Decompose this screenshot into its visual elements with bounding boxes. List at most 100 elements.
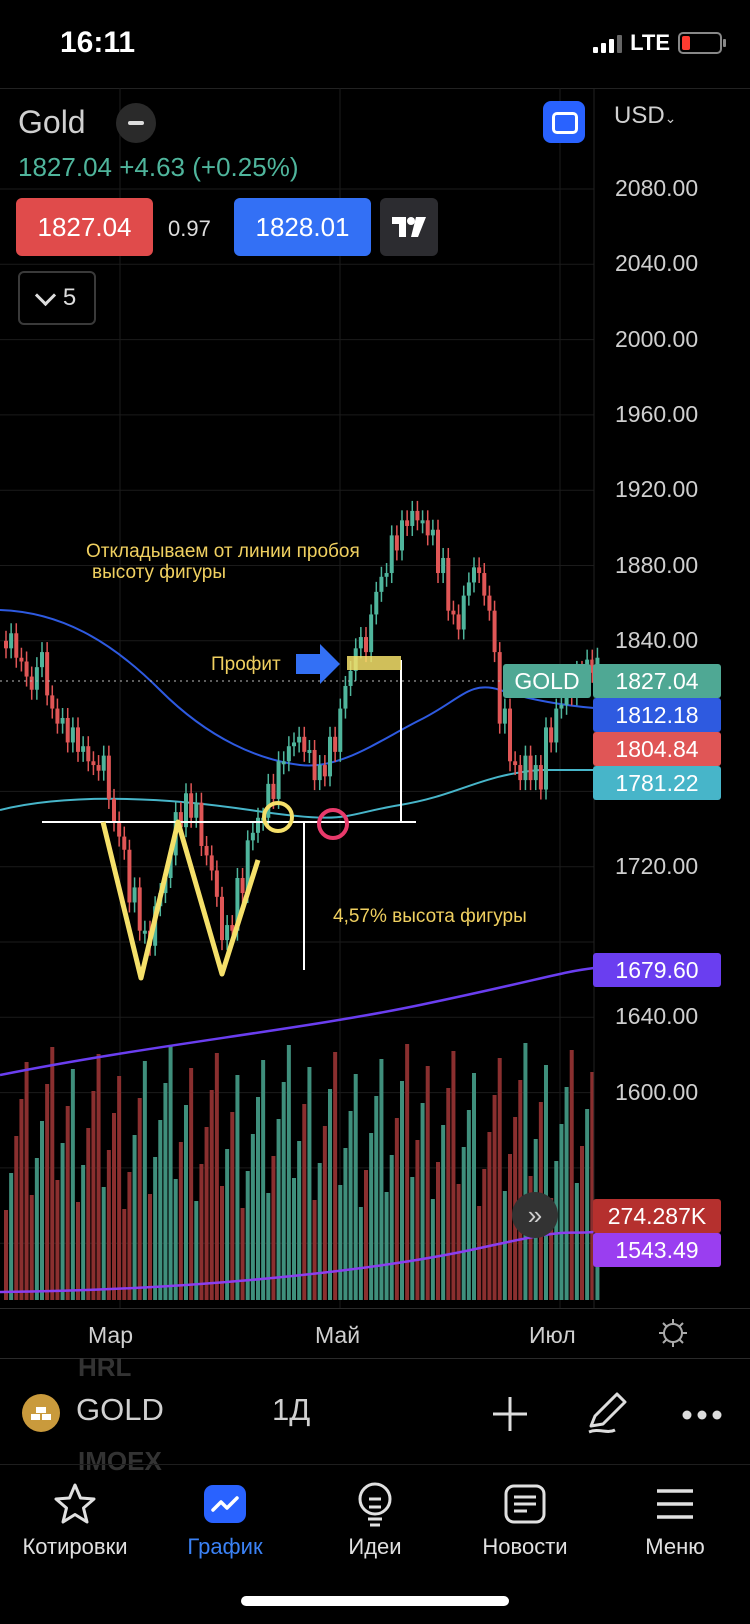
- volume-bar: [482, 1169, 487, 1300]
- volume-bar: [436, 1162, 440, 1300]
- tradingview-icon: [392, 217, 426, 237]
- candle: [91, 761, 96, 766]
- interval-selector[interactable]: 1Д: [272, 1392, 310, 1428]
- candle: [81, 746, 86, 752]
- volume-bar: [343, 1148, 348, 1300]
- candle: [60, 717, 65, 724]
- candle: [189, 793, 194, 818]
- ma-teal-line: [0, 769, 594, 819]
- volume-bar: [389, 1155, 394, 1300]
- tab-chart[interactable]: График: [150, 1480, 300, 1560]
- more-icon[interactable]: [682, 1408, 722, 1420]
- candle: [76, 727, 80, 752]
- volume-bar: [497, 1058, 502, 1300]
- symbol-tag: GOLD: [503, 664, 591, 698]
- symbol-title[interactable]: Gold: [18, 104, 86, 141]
- volume-bar: [410, 1177, 415, 1300]
- settings-gear-icon[interactable]: [658, 1318, 688, 1348]
- volume-bar: [70, 1069, 75, 1300]
- volume-bar: [209, 1090, 214, 1300]
- volume-bar: [420, 1103, 425, 1300]
- menu-icon: [647, 1480, 703, 1528]
- status-indicators: LTE: [593, 30, 726, 56]
- volume-bar: [96, 1054, 101, 1300]
- volume-bar: [286, 1045, 291, 1300]
- volume-bar: [415, 1140, 420, 1300]
- volume-bar: [127, 1172, 132, 1300]
- candle: [194, 802, 199, 818]
- draw-pencil-icon[interactable]: [585, 1390, 629, 1434]
- tab-ideas[interactable]: Идеи: [300, 1480, 450, 1560]
- add-icon[interactable]: [490, 1394, 530, 1434]
- candle: [55, 708, 60, 724]
- currency-selector[interactable]: USD⌄: [614, 102, 676, 130]
- candle: [513, 761, 518, 766]
- candle: [220, 896, 224, 941]
- toolbar-symbol[interactable]: GOLD: [76, 1392, 164, 1428]
- scroll-to-latest-button[interactable]: »: [512, 1192, 558, 1238]
- candle: [415, 510, 420, 521]
- volume-bar: [76, 1202, 80, 1300]
- candle: [410, 510, 415, 526]
- ghost-symbol-bottom: IMOEX: [78, 1446, 162, 1476]
- remove-button[interactable]: [116, 103, 156, 143]
- currency-label: USD: [614, 102, 665, 129]
- star-icon: [47, 1480, 103, 1528]
- status-time: 16:11: [60, 26, 136, 59]
- tab-menu[interactable]: Меню: [600, 1480, 750, 1560]
- candle: [127, 849, 132, 903]
- tab-quotes[interactable]: Котировки: [0, 1480, 150, 1560]
- candle: [477, 567, 482, 574]
- volume-bar: [317, 1163, 322, 1300]
- volume-bar: [333, 1052, 338, 1300]
- price-change-line: 1827.04 +4.63 (+0.25%): [18, 152, 298, 183]
- candle: [209, 855, 214, 871]
- fullscreen-button[interactable]: [543, 101, 585, 143]
- volume-bar: [163, 1083, 168, 1300]
- tab-news[interactable]: Новости: [450, 1480, 600, 1560]
- volume-bar: [81, 1165, 86, 1300]
- candle: [472, 567, 476, 583]
- candle: [45, 652, 50, 696]
- candle: [302, 736, 307, 752]
- candle: [518, 765, 523, 781]
- candle: [369, 614, 374, 653]
- candle: [34, 667, 39, 690]
- candle: [225, 925, 230, 941]
- volume-bar: [425, 1066, 430, 1300]
- volume-bar: [50, 1047, 55, 1300]
- ma-teal-badge: 1781.22: [593, 766, 721, 800]
- candle: [322, 765, 327, 777]
- lightbulb-icon: [347, 1480, 403, 1528]
- volume-bar: [466, 1110, 471, 1300]
- price-axis-label: 1880.00: [615, 551, 699, 578]
- candle: [50, 695, 55, 709]
- candle: [456, 614, 461, 630]
- candle: [482, 573, 487, 596]
- tradingview-logo-button[interactable]: [380, 198, 438, 256]
- ma-purple-line: [0, 966, 595, 1077]
- volume-bar: [19, 1099, 24, 1300]
- buy-button[interactable]: 1828.01: [234, 198, 371, 256]
- volume-bar: [569, 1050, 574, 1300]
- candle: [451, 610, 456, 615]
- candle: [364, 637, 368, 653]
- indicators-toggle[interactable]: 5: [18, 271, 96, 325]
- volume-bar: [168, 1046, 173, 1300]
- volume-bar: [40, 1121, 44, 1300]
- candle: [497, 652, 502, 724]
- volume-bar: [189, 1068, 194, 1300]
- volume-bar: [158, 1120, 163, 1300]
- volume-bar: [559, 1124, 564, 1300]
- gold-logo-icon: [22, 1394, 60, 1432]
- volume-bar: [29, 1195, 34, 1300]
- candle: [9, 633, 14, 649]
- candle: [508, 708, 512, 762]
- candle: [312, 749, 317, 781]
- candle: [559, 704, 564, 709]
- candle: [538, 765, 543, 790]
- sell-button[interactable]: 1827.04: [16, 198, 153, 256]
- volume-bar: [338, 1185, 343, 1300]
- volume-bar: [441, 1125, 446, 1300]
- volume-bar: [34, 1158, 39, 1300]
